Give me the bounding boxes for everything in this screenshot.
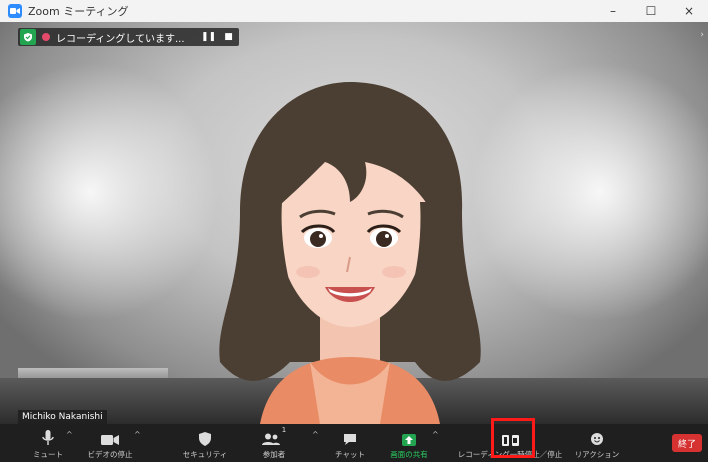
security-label: セキュリティ	[182, 450, 228, 459]
audio-options-caret[interactable]: ^	[66, 430, 73, 439]
chat-button[interactable]: チャット	[330, 424, 370, 462]
recording-status-text: レコーディングしています...	[56, 33, 185, 45]
share-screen-label: 画面の共有	[390, 450, 428, 459]
minimize-button[interactable]: –	[594, 0, 632, 22]
chat-label: チャット	[335, 450, 365, 459]
video-feed: レコーディングしています... ❚❚ ■ › Michiko Nakanishi	[0, 22, 708, 424]
participants-label: 参加者	[262, 450, 286, 459]
participants-button[interactable]: 1 参加者	[254, 424, 294, 462]
window-controls: – ☐ ×	[594, 0, 708, 22]
reactions-label: リアクション	[574, 450, 620, 459]
microphone-icon	[42, 426, 54, 446]
participants-count: 1	[281, 426, 287, 434]
zoom-window: Zoom ミーティング – ☐ × レコーディングしています... ❚❚ ■ ›…	[0, 0, 708, 462]
maximize-button[interactable]: ☐	[632, 0, 670, 22]
stop-icon[interactable]: ■	[219, 28, 239, 46]
stop-video-label: ビデオの停止	[87, 450, 133, 459]
shield-icon	[199, 426, 211, 446]
share-screen-button[interactable]: 画面の共有	[384, 424, 434, 462]
end-meeting-button[interactable]: 終了	[672, 434, 702, 452]
reactions-button[interactable]: リアクション	[574, 424, 620, 462]
reaction-icon	[590, 426, 604, 446]
share-options-caret[interactable]: ^	[432, 430, 439, 439]
participant-name-tag: Michiko Nakanishi	[18, 410, 107, 424]
recording-status-bar: レコーディングしています... ❚❚ ■	[18, 28, 239, 46]
security-button[interactable]: セキュリティ	[180, 424, 230, 462]
participants-icon: 1	[261, 426, 287, 446]
stop-video-button[interactable]: ビデオの停止	[82, 424, 138, 462]
chat-bubble-icon	[343, 426, 357, 446]
pause-icon[interactable]: ❚❚	[199, 28, 219, 46]
title-bar: Zoom ミーティング – ☐ ×	[0, 0, 708, 22]
mute-button[interactable]: ミュート	[30, 424, 66, 462]
recording-dot-icon	[42, 33, 50, 41]
share-screen-icon	[402, 426, 416, 446]
zoom-app-icon	[8, 4, 22, 18]
participants-options-caret[interactable]: ^	[312, 430, 319, 439]
avatar-illustration	[219, 82, 481, 424]
meeting-toolbar: ミュート ^ ビデオの停止 ^ セキュリティ 1 参加者 ^ チャット 画面の共…	[0, 424, 708, 462]
highlight-box	[491, 418, 535, 458]
window-title: Zoom ミーティング	[28, 5, 129, 18]
security-shield-icon[interactable]	[20, 29, 36, 45]
video-camera-icon	[101, 426, 119, 446]
mute-label: ミュート	[33, 450, 63, 459]
video-options-caret[interactable]: ^	[134, 430, 141, 439]
close-button[interactable]: ×	[670, 0, 708, 22]
collapse-icon[interactable]: ›	[700, 30, 704, 40]
